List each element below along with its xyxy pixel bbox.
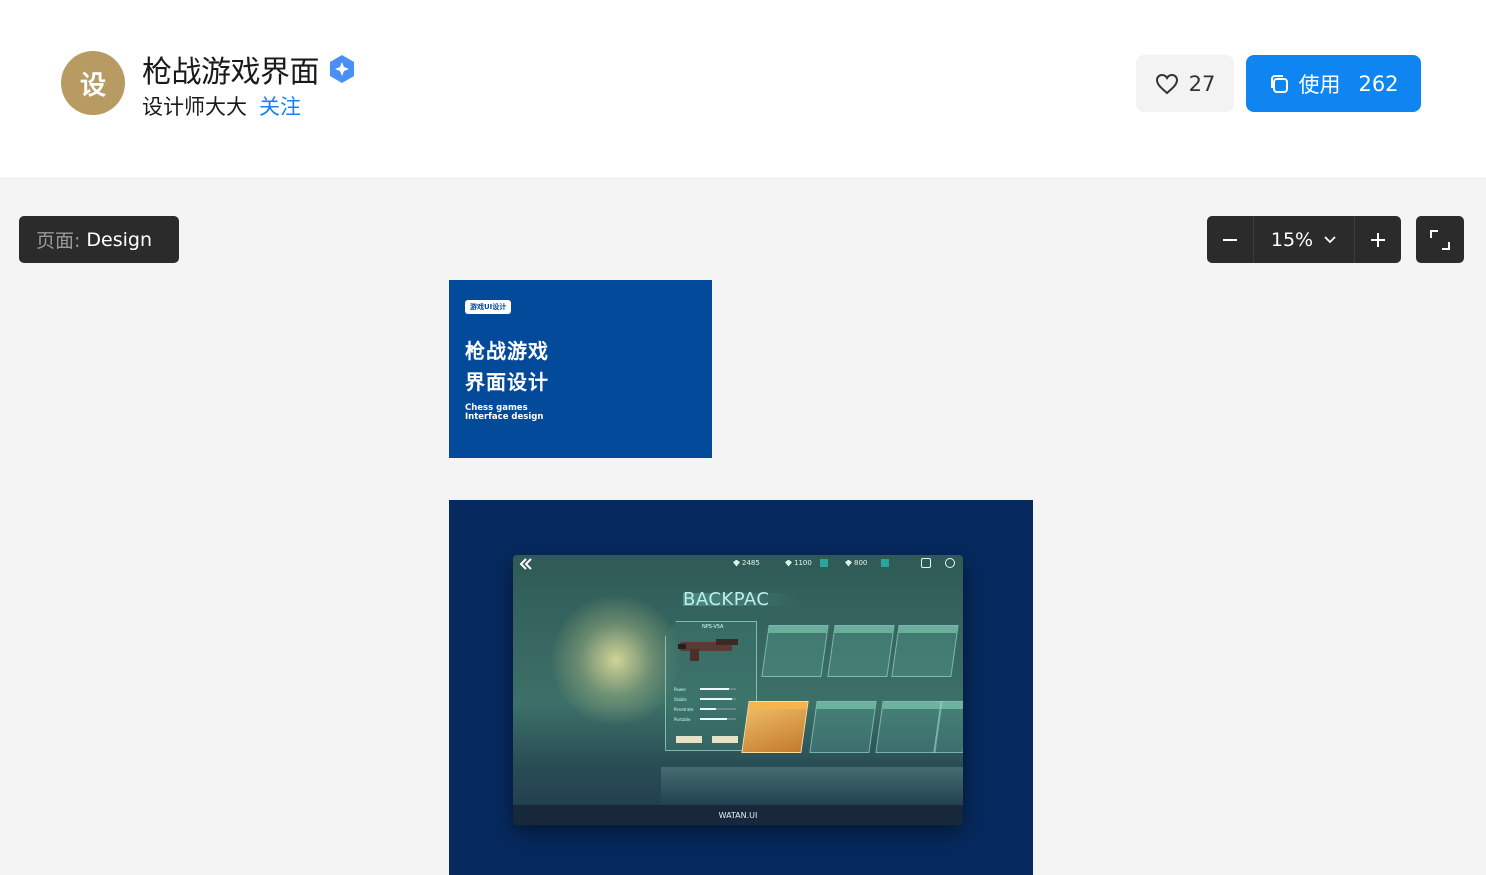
zoom-value: 15% xyxy=(1270,228,1314,251)
weapon-stat-row: Power xyxy=(674,684,750,694)
shield-icon xyxy=(733,559,740,567)
diamond-icon xyxy=(785,559,792,567)
cover-tag: 游戏UI设计 xyxy=(465,300,512,314)
weapon-stats: Power Stable Penetrate Portable xyxy=(674,684,750,724)
weapon-stat-fill xyxy=(700,688,729,690)
like-count: 27 xyxy=(1188,71,1216,96)
verified-badge-icon xyxy=(330,55,354,83)
fullscreen-button[interactable] xyxy=(1416,216,1464,263)
author-row: 设计师大大 关注 xyxy=(142,91,301,121)
weapon-stat-label: Portable xyxy=(674,716,691,722)
use-label: 使用 xyxy=(1298,72,1341,97)
use-count: 262 xyxy=(1358,71,1399,96)
plus-icon xyxy=(1371,232,1385,247)
copy-icon xyxy=(1271,74,1289,93)
slot-header xyxy=(768,626,828,633)
weapon-stat-track xyxy=(700,698,736,700)
weapon-stat-track xyxy=(700,708,736,710)
author-name[interactable]: 设计师大大 xyxy=(142,91,247,121)
weapon-buttons xyxy=(676,736,738,743)
cover-title-line2: 界面设计 xyxy=(465,370,549,394)
weapon-stat-label: Penetrate xyxy=(674,706,694,712)
follow-button[interactable]: 关注 xyxy=(259,91,301,121)
game-ui-frame[interactable]: 2485 1100 800 BACKPAC NPS-V5A Power Stab… xyxy=(449,500,1033,875)
game-top-bar: 2485 1100 800 xyxy=(513,555,963,573)
slot-header xyxy=(834,626,894,633)
heart-icon xyxy=(1155,73,1178,94)
page-name: Design xyxy=(86,228,153,251)
weapon-stat-track xyxy=(700,718,736,720)
weapon-stat-row: Penetrate xyxy=(674,704,750,714)
inventory-slot xyxy=(761,625,829,677)
inventory-slot xyxy=(827,625,895,677)
weapon-detail-panel: NPS-V5A Power Stable Penetrate Portable xyxy=(665,621,757,751)
cover-subtitle: Chess games Interface design xyxy=(465,404,543,422)
weapon-action-button xyxy=(712,736,738,743)
backpack-title: BACKPAC xyxy=(683,589,770,610)
inventory-slot-selected xyxy=(741,701,809,753)
top-icons xyxy=(921,558,955,568)
fullscreen-icon xyxy=(1430,229,1450,250)
zoom-controls: 15% xyxy=(1207,216,1401,263)
weapon-stat-label: Power xyxy=(674,686,687,692)
use-button[interactable]: 使用 262 xyxy=(1246,55,1421,112)
stat-currency-2: 1100 xyxy=(785,559,828,567)
page-label: 页面: xyxy=(36,230,81,252)
weapon-stat-row: Stable xyxy=(674,694,750,704)
slot-header xyxy=(748,702,808,709)
gun-icon xyxy=(678,639,738,661)
avatar[interactable]: 设 xyxy=(61,51,125,115)
slot-header xyxy=(940,702,963,709)
coin-icon xyxy=(845,559,852,567)
chevron-down-icon xyxy=(1324,235,1336,243)
zoom-in-button[interactable] xyxy=(1355,216,1401,263)
header: 设 枪战游戏界面 设计师大大 关注 27 使用 262 xyxy=(0,0,1486,179)
inventory-slot xyxy=(891,625,959,677)
stat-value-1: 2485 xyxy=(742,559,760,567)
weapon-stat-fill xyxy=(700,718,727,720)
weapon-stat-track xyxy=(700,688,736,690)
cover-subtitle-line2: Interface design xyxy=(465,412,544,422)
slot-header xyxy=(816,702,876,709)
title-row: 枪战游戏界面 xyxy=(142,47,357,91)
like-button[interactable]: 27 xyxy=(1136,55,1234,112)
slot-header xyxy=(882,702,942,709)
page-title: 枪战游戏界面 xyxy=(142,55,320,90)
slot-header xyxy=(898,626,958,633)
game-screen: 2485 1100 800 BACKPAC NPS-V5A Power Stab… xyxy=(513,555,963,825)
stat-currency-1: 2485 xyxy=(733,559,760,567)
add-icon xyxy=(819,559,828,567)
weapon-stat-label: Stable xyxy=(674,696,687,702)
page-selector[interactable]: 页面: Design xyxy=(19,216,179,263)
weapon-stat-row: Portable xyxy=(674,714,750,724)
settings-icon xyxy=(945,558,955,568)
inventory-slot xyxy=(809,701,877,753)
weapon-action-button xyxy=(676,736,702,743)
light-glow xyxy=(551,595,681,725)
stat-value-3: 800 xyxy=(854,559,868,567)
stat-value-2: 1100 xyxy=(794,559,812,567)
inventory-slot xyxy=(875,701,943,753)
floor-reflection xyxy=(661,767,963,805)
game-footer: WATAN.UI xyxy=(513,805,963,825)
stat-currency-3: 800 xyxy=(845,559,890,567)
cover-frame[interactable]: 游戏UI设计 枪战游戏 界面设计 Chess games Interface d… xyxy=(449,280,712,458)
add-icon xyxy=(881,559,890,567)
minus-icon xyxy=(1223,238,1237,241)
weapon-name: NPS-V5A xyxy=(702,624,724,630)
zoom-out-button[interactable] xyxy=(1207,216,1253,263)
cover-title-line1: 枪战游戏 xyxy=(465,339,549,363)
back-icon xyxy=(519,558,532,570)
weapon-stat-fill xyxy=(700,698,733,700)
zoom-dropdown[interactable]: 15% xyxy=(1253,216,1355,263)
mail-icon xyxy=(921,558,931,568)
cover-title: 枪战游戏 界面设计 xyxy=(465,336,549,398)
weapon-stat-fill xyxy=(700,708,717,710)
